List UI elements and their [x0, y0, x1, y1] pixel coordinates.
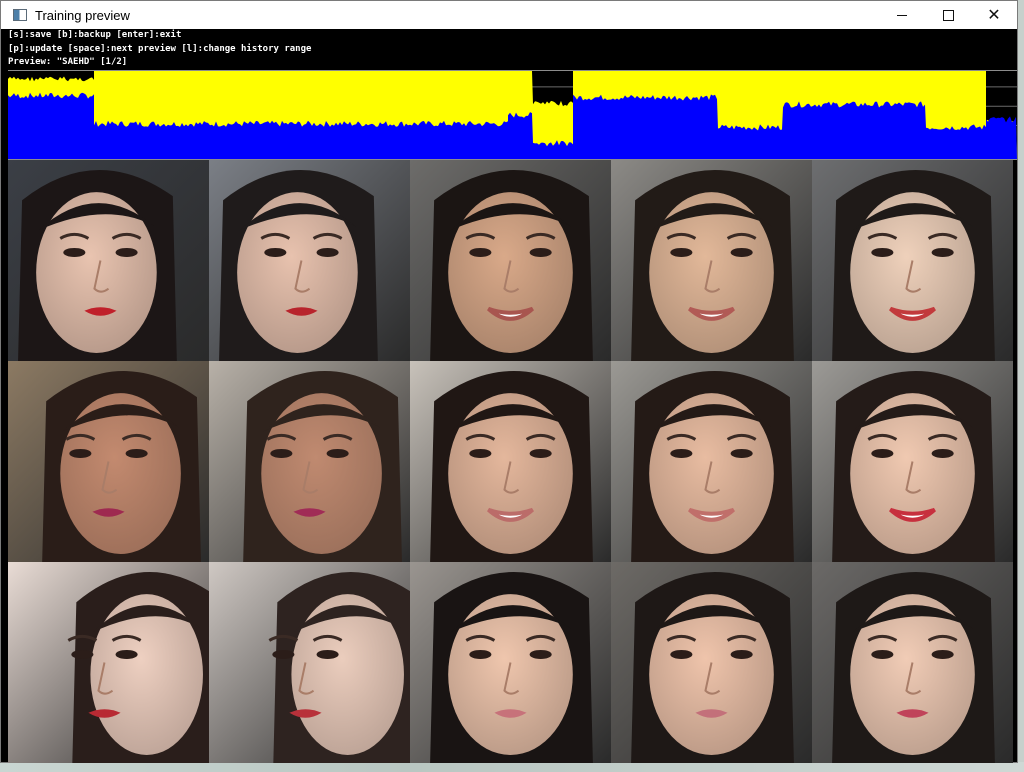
preview-tile-source-reconstruction: [209, 562, 410, 763]
face-image: [812, 361, 1013, 562]
face-image: [8, 160, 209, 361]
window-controls: ✕: [879, 1, 1017, 29]
preview-image-grid: [8, 160, 1013, 763]
face-image: [812, 562, 1013, 763]
app-window-icon: [13, 9, 27, 21]
preview-tile-source-reconstruction: [209, 160, 410, 361]
loss-history-graph: [8, 70, 1017, 160]
keyboard-shortcut-help: [s]:save [b]:backup [enter]:exit [p]:upd…: [1, 29, 1017, 69]
loss-history-plot: [8, 71, 1017, 159]
face-image: [209, 361, 410, 562]
face-image: [209, 160, 410, 361]
preview-tile-destination: [410, 562, 611, 763]
minimize-button[interactable]: [879, 1, 925, 29]
shortcut-line-update-preview-range: [p]:update [space]:next preview [l]:chan…: [8, 43, 312, 54]
title-bar[interactable]: Training preview ✕: [1, 1, 1017, 29]
preview-tile-destination-reconstruction: [611, 562, 812, 763]
close-button[interactable]: ✕: [971, 1, 1017, 29]
training-preview-window: Training preview ✕ [s]:save [b]:backup […: [0, 0, 1018, 763]
face-image: [410, 361, 611, 562]
desktop-taskbar-edge: [0, 762, 1024, 772]
face-image: [209, 562, 410, 763]
window-title: Training preview: [35, 7, 130, 23]
maximize-icon: [942, 9, 954, 21]
preview-model-label: Preview: "SAEHD" [1/2]: [8, 57, 128, 67]
face-image: [410, 562, 611, 763]
face-image: [8, 361, 209, 562]
preview-tile-destination-reconstruction: [611, 361, 812, 562]
face-image: [611, 562, 812, 763]
preview-tile-source-reconstruction: [209, 361, 410, 562]
preview-tile-source-to-destination: [812, 562, 1013, 763]
face-image: [611, 160, 812, 361]
preview-tile-destination: [410, 160, 611, 361]
face-image: [410, 160, 611, 361]
face-image: [8, 562, 209, 763]
shortcut-line-save-backup-exit: [s]:save [b]:backup [enter]:exit: [8, 30, 182, 40]
minimize-icon: [897, 14, 907, 16]
preview-tile-destination-reconstruction: [611, 160, 812, 361]
face-image: [812, 160, 1013, 361]
preview-tile-source: [8, 361, 209, 562]
close-icon: ✕: [987, 5, 1001, 24]
preview-tile-source-to-destination: [812, 160, 1013, 361]
face-image: [611, 361, 812, 562]
preview-tile-source: [8, 562, 209, 763]
preview-tile-source-to-destination: [812, 361, 1013, 562]
preview-tile-destination: [410, 361, 611, 562]
preview-tile-source: [8, 160, 209, 361]
maximize-button[interactable]: [925, 1, 971, 29]
